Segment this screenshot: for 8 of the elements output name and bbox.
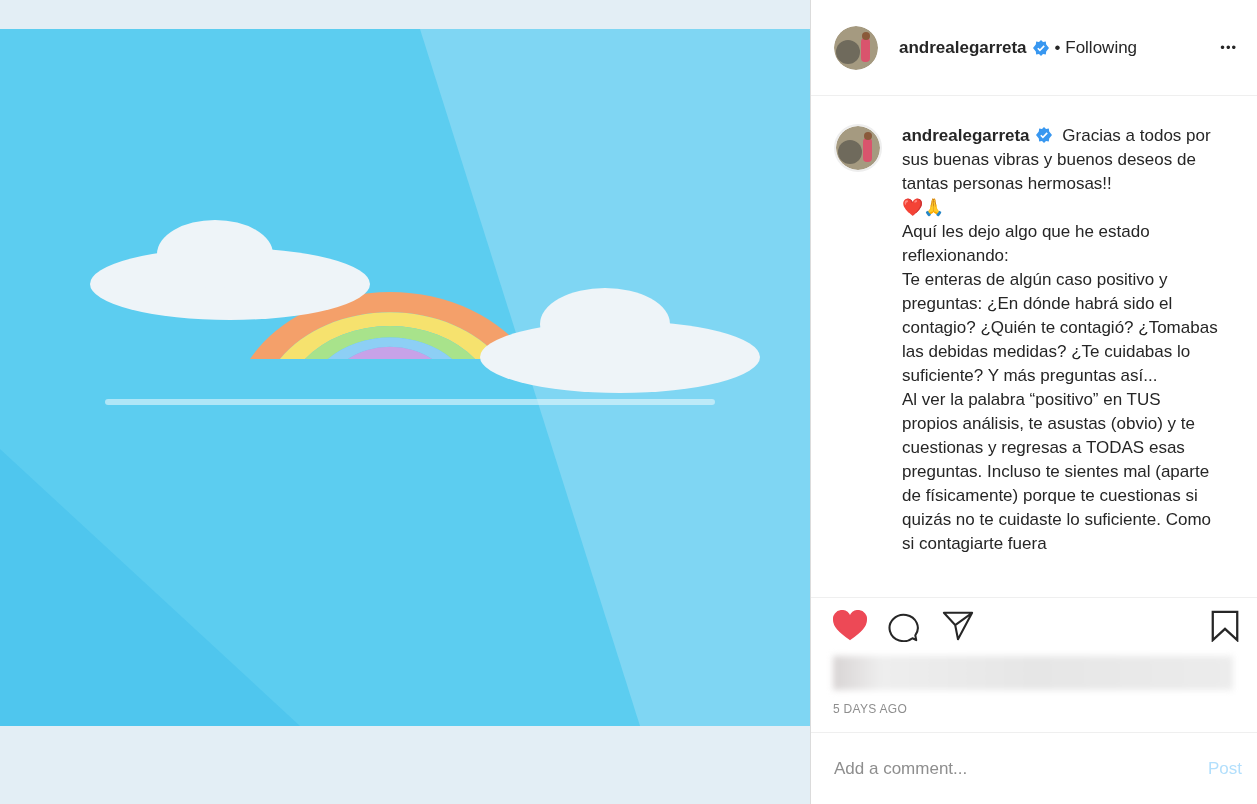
username-link[interactable]: andrealegarreta	[902, 126, 1030, 145]
more-options-button[interactable]: •••	[1220, 40, 1237, 55]
username[interactable]: andrealegarreta	[899, 37, 1027, 58]
caption-text: andrealegarreta Gracias a todos por sus buenas vibras y buenos deseos de tantas personas hermosas!! ❤🙏 Aquí les dejo algo que he estado reflexionando: Te enteras de algún caso positivo y preguntas: ¿En dónde habrá sido el contagio? ¿Quién te contagió? ¿Tomabas las debidas medidas? ¿Te cuidabas lo suficiente? Y más preguntas así... Al ver la palabra “positivo” en TUS propios análisis, te asustas (obvio) y te cuestionas y regresas a TODAS esas preguntas. Incluso te sientes mal (aparte de físicamente) porque te cuestionas si quizás no te cuidaste lo suficiente. Como si contagiarte fuera	[902, 125, 1219, 555]
send-icon[interactable]	[941, 610, 975, 642]
heart-icon[interactable]	[833, 610, 867, 642]
timestamp: 5 DAYS AGO	[833, 702, 909, 716]
following-link[interactable]: • Following	[1054, 37, 1138, 58]
